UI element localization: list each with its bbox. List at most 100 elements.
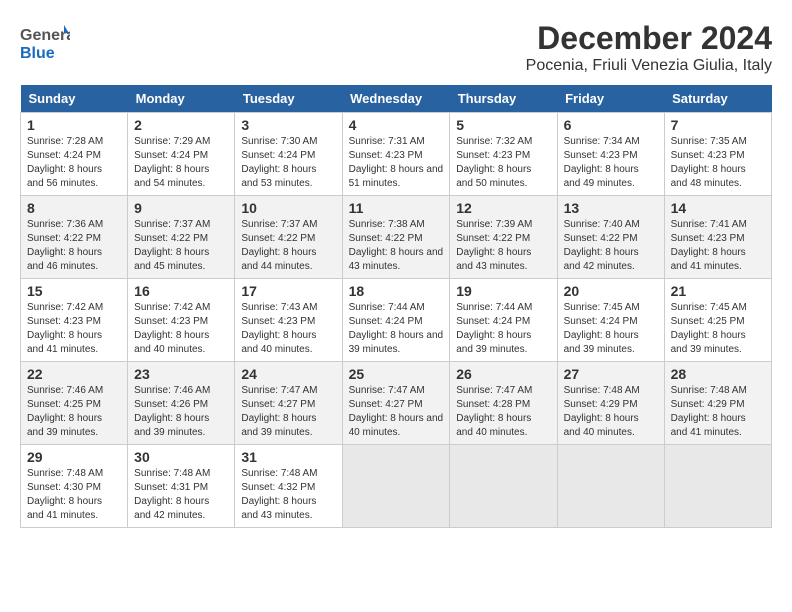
day-info: Sunrise: 7:47 AMSunset: 4:28 PMDaylight:… [456,384,550,440]
table-row: 29 Sunrise: 7:48 AMSunset: 4:30 PMDayligh… [21,445,128,528]
day-number: 23 [134,366,228,382]
day-info: Sunrise: 7:28 AMSunset: 4:24 PMDaylight:… [27,135,121,191]
day-number: 20 [564,283,658,299]
day-number: 2 [134,117,228,133]
day-info: Sunrise: 7:40 AMSunset: 4:22 PMDaylight:… [564,218,658,274]
table-row: 15Sunrise: 7:42 AMSunset: 4:23 PMDayligh… [21,279,128,362]
day-number: 10 [241,200,335,216]
calendar-week-3: 15Sunrise: 7:42 AMSunset: 4:23 PMDayligh… [21,279,772,362]
col-monday: Monday [128,85,235,113]
day-info: Sunrise: 7:37 AMSunset: 4:22 PMDaylight:… [241,218,335,274]
table-row: 14 Sunrise: 7:41 AMSunset: 4:23 PMDayligh… [664,196,771,279]
day-info: Sunrise: 7:31 AMSunset: 4:23 PMDaylight:… [349,135,444,191]
table-row: 10 Sunrise: 7:37 AMSunset: 4:22 PMDayligh… [235,196,342,279]
header-row: Sunday Monday Tuesday Wednesday Thursday… [21,85,772,113]
svg-text:General: General [20,27,70,44]
month-title: December 2024 [526,20,772,57]
table-row: 4 Sunrise: 7:31 AMSunset: 4:23 PMDaylight… [342,113,450,196]
day-info: Sunrise: 7:48 AMSunset: 4:29 PMDaylight:… [671,384,765,440]
table-row: 11Sunrise: 7:38 AMSunset: 4:22 PMDayligh… [342,196,450,279]
day-info: Sunrise: 7:48 AMSunset: 4:30 PMDaylight:… [27,467,121,523]
day-info: Sunrise: 7:48 AMSunset: 4:29 PMDaylight:… [564,384,658,440]
day-number: 1 [27,117,121,133]
location-title: Pocenia, Friuli Venezia Giulia, Italy [526,57,772,75]
day-number: 7 [671,117,765,133]
day-number: 22 [27,366,121,382]
day-info: Sunrise: 7:38 AMSunset: 4:22 PMDaylight:… [349,218,444,274]
day-info: Sunrise: 7:46 AMSunset: 4:26 PMDaylight:… [134,384,228,440]
day-info: Sunrise: 7:32 AMSunset: 4:23 PMDaylight:… [456,135,550,191]
day-info: Sunrise: 7:47 AMSunset: 4:27 PMDaylight:… [241,384,335,440]
day-info: Sunrise: 7:44 AMSunset: 4:24 PMDaylight:… [456,301,550,357]
logo-icon: General Blue [20,20,70,65]
calendar-week-4: 22 Sunrise: 7:46 AMSunset: 4:25 PMDayligh… [21,362,772,445]
calendar-week-5: 29 Sunrise: 7:48 AMSunset: 4:30 PMDayligh… [21,445,772,528]
day-number: 4 [349,117,444,133]
col-friday: Friday [557,85,664,113]
table-row: 18Sunrise: 7:44 AMSunset: 4:24 PMDayligh… [342,279,450,362]
day-number: 13 [564,200,658,216]
logo: General Blue [20,20,70,65]
table-row: 31Sunrise: 7:48 AMSunset: 4:32 PMDayligh… [235,445,342,528]
day-info: Sunrise: 7:46 AMSunset: 4:25 PMDaylight:… [27,384,121,440]
day-number: 6 [564,117,658,133]
table-row: 6 Sunrise: 7:34 AMSunset: 4:23 PMDaylight… [557,113,664,196]
table-row: 20 Sunrise: 7:45 AMSunset: 4:24 PMDayligh… [557,279,664,362]
day-number: 21 [671,283,765,299]
day-number: 12 [456,200,550,216]
day-number: 29 [27,449,121,465]
table-row: 16 Sunrise: 7:42 AMSunset: 4:23 PMDayligh… [128,279,235,362]
col-saturday: Saturday [664,85,771,113]
table-row [557,445,664,528]
title-area: December 2024 Pocenia, Friuli Venezia Gi… [526,20,772,75]
day-number: 3 [241,117,335,133]
day-info: Sunrise: 7:36 AMSunset: 4:22 PMDaylight:… [27,218,121,274]
day-number: 30 [134,449,228,465]
table-row: 9 Sunrise: 7:37 AMSunset: 4:22 PMDaylight… [128,196,235,279]
day-info: Sunrise: 7:48 AMSunset: 4:31 PMDaylight:… [134,467,228,523]
day-info: Sunrise: 7:30 AMSunset: 4:24 PMDaylight:… [241,135,335,191]
col-sunday: Sunday [21,85,128,113]
col-wednesday: Wednesday [342,85,450,113]
day-number: 14 [671,200,765,216]
table-row: 17 Sunrise: 7:43 AMSunset: 4:23 PMDayligh… [235,279,342,362]
table-row: 12 Sunrise: 7:39 AMSunset: 4:22 PMDayligh… [450,196,557,279]
calendar-week-1: 1 Sunrise: 7:28 AMSunset: 4:24 PMDaylight… [21,113,772,196]
day-info: Sunrise: 7:45 AMSunset: 4:24 PMDaylight:… [564,301,658,357]
table-row [450,445,557,528]
day-info: Sunrise: 7:37 AMSunset: 4:22 PMDaylight:… [134,218,228,274]
table-row: 26 Sunrise: 7:47 AMSunset: 4:28 PMDayligh… [450,362,557,445]
day-number: 8 [27,200,121,216]
table-row: 23 Sunrise: 7:46 AMSunset: 4:26 PMDayligh… [128,362,235,445]
day-number: 24 [241,366,335,382]
table-row: 24 Sunrise: 7:47 AMSunset: 4:27 PMDayligh… [235,362,342,445]
col-tuesday: Tuesday [235,85,342,113]
table-row [342,445,450,528]
day-number: 17 [241,283,335,299]
table-row: 19 Sunrise: 7:44 AMSunset: 4:24 PMDayligh… [450,279,557,362]
calendar-week-2: 8 Sunrise: 7:36 AMSunset: 4:22 PMDaylight… [21,196,772,279]
day-number: 16 [134,283,228,299]
day-info: Sunrise: 7:34 AMSunset: 4:23 PMDaylight:… [564,135,658,191]
table-row: 7 Sunrise: 7:35 AMSunset: 4:23 PMDaylight… [664,113,771,196]
day-number: 31 [241,449,335,465]
day-info: Sunrise: 7:39 AMSunset: 4:22 PMDaylight:… [456,218,550,274]
day-number: 26 [456,366,550,382]
day-info: Sunrise: 7:45 AMSunset: 4:25 PMDaylight:… [671,301,765,357]
day-info: Sunrise: 7:42 AMSunset: 4:23 PMDaylight:… [134,301,228,357]
day-info: Sunrise: 7:43 AMSunset: 4:23 PMDaylight:… [241,301,335,357]
table-row: 21 Sunrise: 7:45 AMSunset: 4:25 PMDayligh… [664,279,771,362]
table-row: 30 Sunrise: 7:48 AMSunset: 4:31 PMDayligh… [128,445,235,528]
table-row: 25 Sunrise: 7:47 AMSunset: 4:27 PMDayligh… [342,362,450,445]
day-number: 18 [349,283,444,299]
day-number: 5 [456,117,550,133]
day-number: 25 [349,366,444,382]
day-info: Sunrise: 7:41 AMSunset: 4:23 PMDaylight:… [671,218,765,274]
day-number: 28 [671,366,765,382]
day-info: Sunrise: 7:47 AMSunset: 4:27 PMDaylight:… [349,384,444,440]
day-number: 19 [456,283,550,299]
table-row: 2Sunrise: 7:29 AMSunset: 4:24 PMDaylight… [128,113,235,196]
day-number: 9 [134,200,228,216]
day-info: Sunrise: 7:35 AMSunset: 4:23 PMDaylight:… [671,135,765,191]
table-row [664,445,771,528]
